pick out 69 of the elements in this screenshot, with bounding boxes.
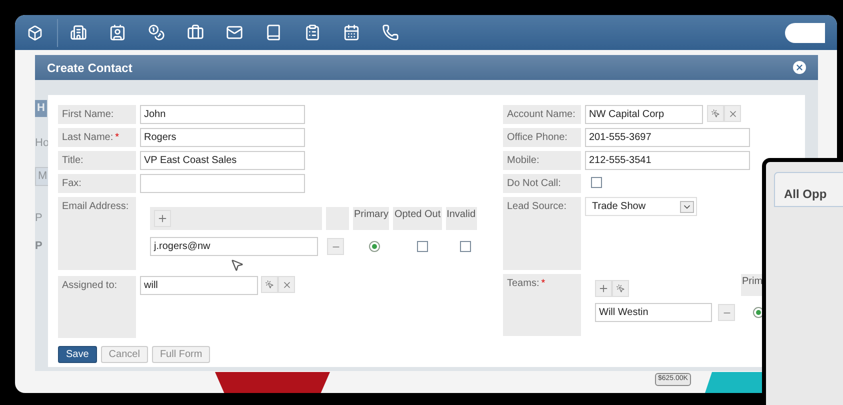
field-label: Title: [58,151,136,170]
book-icon[interactable] [265,24,282,41]
cube-icon[interactable] [27,24,43,40]
checkbox[interactable] [591,177,602,188]
pointer-icon [711,109,720,118]
field-label: Teams: * [503,274,581,336]
text-field[interactable]: j.rogers@nw [150,237,318,256]
column-header: Primary [353,207,390,230]
text-field[interactable] [140,174,305,193]
column-header: Invalid [446,207,476,230]
clear-button[interactable] [278,276,295,293]
field-label: Email Address: [58,197,136,270]
field-label: Do Not Call: [503,174,581,193]
cursor-icon [230,258,244,272]
checkbox[interactable] [417,241,428,252]
required-mark: * [115,132,120,143]
field-label: Office Phone: [503,128,581,147]
field-label: First Name: [58,105,136,124]
clipboard-icon[interactable] [304,24,321,41]
background-text: H [35,100,47,116]
plus-icon [157,213,168,224]
mail-icon[interactable] [226,24,243,41]
remove-button[interactable] [327,238,344,255]
dialog-title: Create Contact [47,60,132,76]
text-field[interactable]: Rogers [140,128,305,147]
checkbox[interactable] [460,241,471,252]
text-field[interactable]: will [140,276,258,295]
building-icon[interactable] [70,24,87,41]
required-mark: * [541,278,546,289]
calendar-icon[interactable] [343,24,360,41]
briefcase-icon[interactable] [187,24,204,41]
plus-icon [598,283,609,294]
phone-icon[interactable] [382,24,399,41]
text-field[interactable]: 212-555-3541 [585,151,750,170]
field-label: Assigned to: [58,276,136,338]
add-button[interactable] [595,280,612,297]
select-button[interactable] [707,105,724,122]
search-field[interactable] [785,22,825,42]
field-label: Mobile: [503,151,581,170]
select-button[interactable] [612,280,629,297]
text-field[interactable]: NW Capital Corp [585,105,703,124]
column-header: Opted Out [393,207,442,230]
coins-icon[interactable] [148,24,165,41]
window-title: All Opp [784,187,827,201]
form-button[interactable]: Save [58,346,97,363]
field-label: Account Name: [503,105,581,124]
clear-button[interactable] [724,105,741,122]
radio-button[interactable] [369,241,380,252]
field-label: Fax: [58,174,136,193]
add-button[interactable] [154,210,171,227]
x-icon [728,108,738,118]
dropdown-icon [680,200,694,212]
text-field[interactable]: Will Westin [595,303,712,322]
column-header: Prim [741,274,764,296]
contact-card-icon[interactable] [109,24,126,41]
remove-button[interactable] [718,304,735,321]
pointer-icon [265,280,274,289]
background-text: P [35,211,42,226]
x-icon [282,280,292,290]
field-label: Last Name: * [58,128,136,147]
pointer-icon [616,284,625,293]
text-field[interactable]: VP East Coast Sales [140,151,305,170]
select-button[interactable] [261,276,278,293]
select-field[interactable]: Trade Show [585,197,697,216]
text-field[interactable]: 201-555-3697 [585,128,750,147]
background-text: P [35,239,42,254]
close-icon[interactable] [793,61,806,74]
field-label: Lead Source: [503,197,581,270]
text-field[interactable]: John [140,105,305,124]
